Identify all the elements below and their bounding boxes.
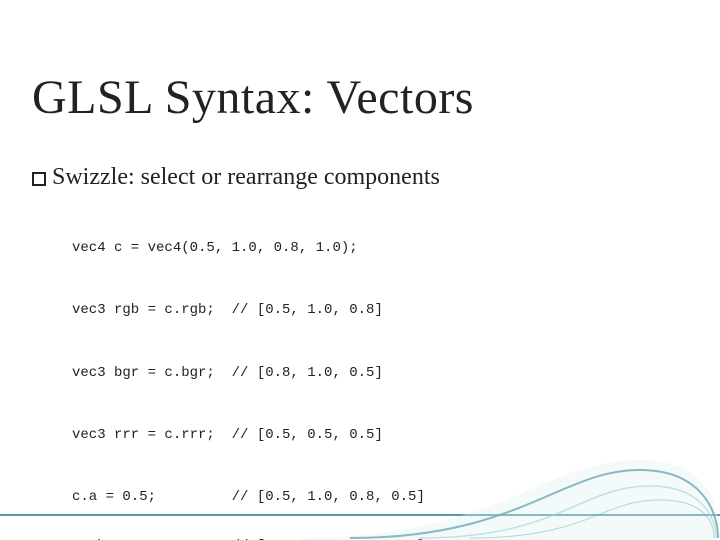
code-line: vec4 c = vec4(0.5, 1.0, 0.8, 1.0);: [72, 240, 492, 256]
bullet-row: Swizzle: select or rearrange components: [32, 164, 440, 191]
code-line: vec3 rgb = c.rgb; // [0.5, 1.0, 0.8]: [72, 302, 492, 318]
square-bullet-icon: [32, 172, 46, 186]
code-block: vec4 c = vec4(0.5, 1.0, 0.8, 1.0); vec3 …: [72, 208, 492, 540]
page-title: GLSL Syntax: Vectors: [32, 70, 474, 125]
code-line: c.a = 0.5; // [0.5, 1.0, 0.8, 0.5]: [72, 489, 492, 505]
code-line: vec3 rrr = c.rrr; // [0.5, 0.5, 0.5]: [72, 427, 492, 443]
bullet-text: Swizzle: select or rearrange components: [52, 164, 440, 191]
code-line: vec3 bgr = c.bgr; // [0.8, 1.0, 0.5]: [72, 365, 492, 381]
slide: GLSL Syntax: Vectors Swizzle: select or …: [0, 0, 720, 540]
footer-rule: [0, 514, 720, 516]
